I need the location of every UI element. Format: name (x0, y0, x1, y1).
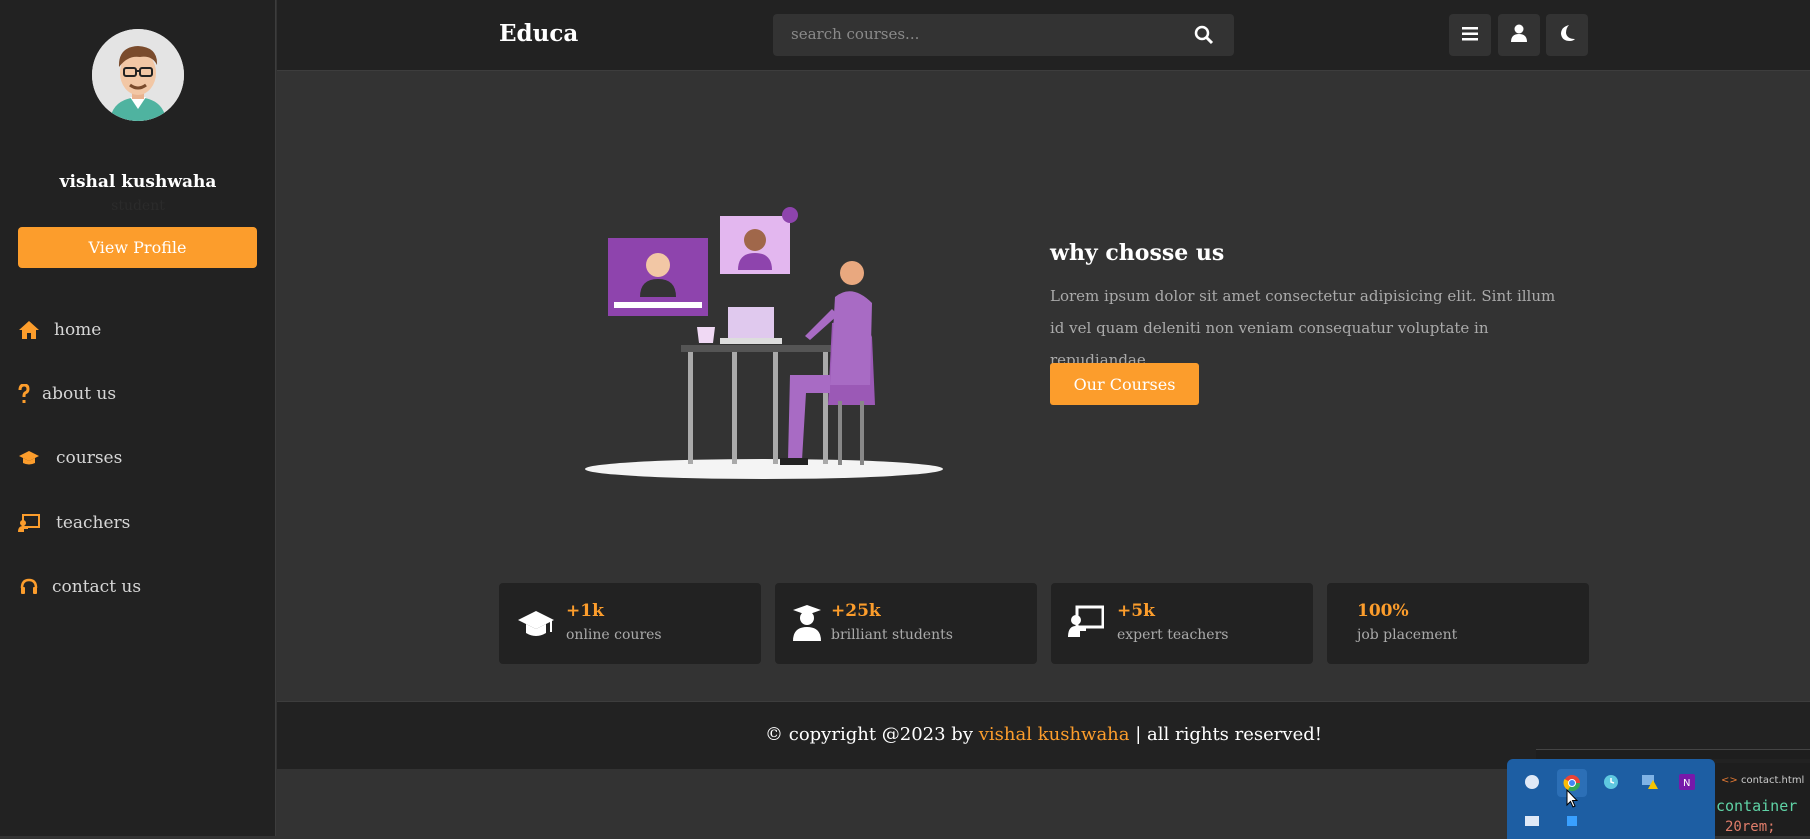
sidebar-item-label: courses (56, 448, 123, 468)
user-name: vishal kushwaha (59, 172, 217, 192)
user-role: student (111, 198, 165, 214)
home-icon (18, 319, 40, 341)
sidebar-item-about[interactable]: about us (18, 379, 116, 409)
stat-label: online coures (566, 627, 662, 643)
stat-value: +1k (566, 601, 604, 621)
hero-title: why chosse us (1050, 240, 1225, 266)
chalkboard-teacher-icon (18, 512, 40, 534)
copyright-suffix: | all rights reserved! (1129, 724, 1322, 745)
search-bar (773, 14, 1234, 56)
view-profile-button[interactable]: View Profile (18, 227, 257, 268)
search-icon[interactable] (1194, 25, 1214, 49)
network-icon[interactable] (1521, 810, 1543, 832)
copyright-text: © copyright @2023 by vishal kushwaha | a… (277, 724, 1810, 745)
system-tray-overflow: N (1507, 759, 1715, 839)
our-courses-button[interactable]: Our Courses (1050, 363, 1199, 405)
sidebar-item-label: about us (42, 384, 117, 404)
clock-icon[interactable] (1600, 771, 1622, 793)
header: Educa (277, 0, 1810, 71)
mouse-cursor-icon (1566, 788, 1579, 813)
sidebar-item-teachers[interactable]: teachers (18, 508, 130, 538)
logo[interactable]: Educa (499, 20, 578, 47)
sidebar-item-label: teachers (56, 513, 131, 533)
editor-window-edge (1536, 749, 1810, 759)
sidebar-item-contact[interactable]: contact us (18, 572, 141, 602)
stat-value: +25k (831, 601, 881, 621)
user-icon (1511, 24, 1527, 46)
code-line: 20rem; (1725, 819, 1776, 835)
stat-value: +5k (1117, 601, 1155, 621)
warning-icon[interactable] (1639, 771, 1661, 793)
menu-button[interactable] (1449, 14, 1491, 56)
graduation-cap-icon (517, 605, 555, 643)
stat-value: 100% (1357, 601, 1409, 621)
stat-card: 100% job placement (1327, 583, 1589, 664)
sidebar-item-home[interactable]: home (18, 315, 101, 345)
user-button[interactable] (1498, 14, 1540, 56)
headset-icon (18, 576, 40, 598)
stat-card: +1k online coures (499, 583, 761, 664)
hero-text: Lorem ipsum dolor sit amet consectetur a… (1050, 287, 1556, 369)
onenote-icon[interactable]: N (1676, 771, 1698, 793)
svg-text:N: N (1683, 778, 1690, 789)
user-graduate-icon (791, 605, 829, 643)
stat-label: job placement (1357, 627, 1458, 643)
sidebar-item-label: contact us (52, 577, 142, 597)
question-icon (18, 383, 30, 405)
sidebar: vishal kushwaha student View Profile hom… (0, 0, 276, 836)
avatar (92, 29, 184, 121)
chalkboard-teacher-icon (1068, 605, 1106, 643)
hero-illustration (580, 205, 950, 485)
author-link[interactable]: vishal kushwaha (979, 724, 1130, 745)
code-editor-window[interactable]: <> contact.html container 20rem; (1715, 763, 1810, 836)
editor-tab[interactable]: <> contact.html (1721, 775, 1804, 786)
copyright-prefix: © copyright @2023 by (765, 724, 979, 745)
moon-icon (1559, 24, 1575, 46)
code-line: container (1716, 797, 1798, 815)
sidebar-item-label: home (54, 320, 102, 340)
sidebar-item-courses[interactable]: courses (18, 443, 122, 473)
stat-card: +5k expert teachers (1051, 583, 1313, 664)
theme-toggle-button[interactable] (1546, 14, 1588, 56)
app-icon[interactable] (1561, 810, 1583, 832)
menu-icon (1462, 26, 1478, 45)
stat-card: +25k brilliant students (775, 583, 1037, 664)
search-input[interactable] (791, 25, 1171, 43)
stat-label: expert teachers (1117, 627, 1229, 643)
graduation-cap-icon (18, 447, 40, 469)
copilot-icon[interactable] (1521, 771, 1543, 793)
stat-label: brilliant students (831, 627, 953, 643)
